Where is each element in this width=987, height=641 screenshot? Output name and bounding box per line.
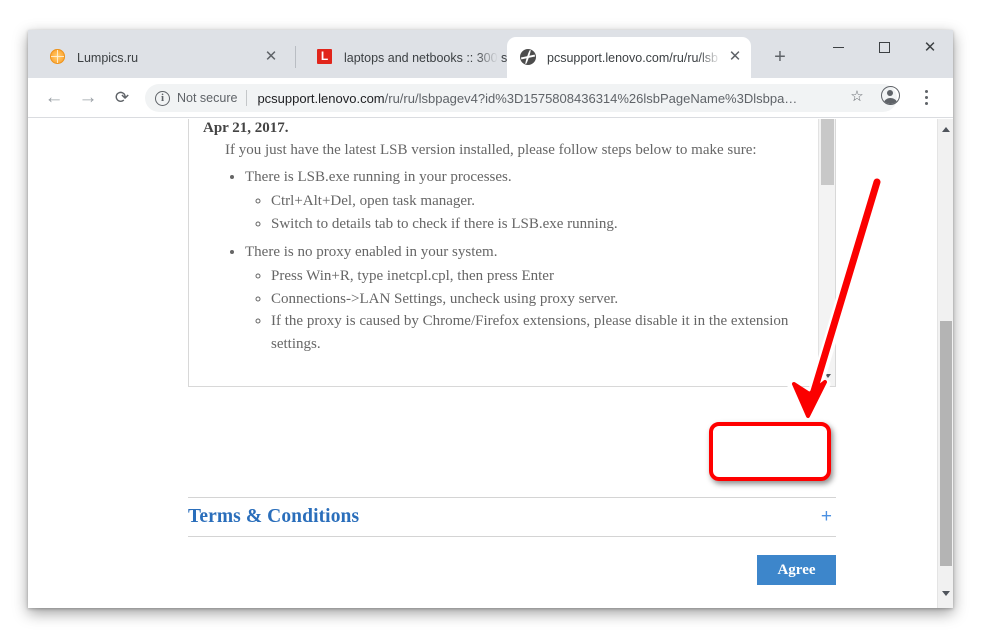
tab-lumpics[interactable]: Lumpics.ru ✕ — [37, 37, 287, 78]
agree-button[interactable]: Agree — [757, 555, 836, 585]
maximize-icon — [878, 41, 890, 53]
terms-and-conditions-section[interactable]: Terms & Conditions + — [188, 498, 836, 536]
notice-sublist: Press Win+R, type inetcpl.cpl, then pres… — [245, 265, 804, 355]
orange-circle-icon — [50, 49, 67, 66]
list-item-label: There is no proxy enabled in your system… — [245, 244, 498, 260]
tab-title-fade — [235, 39, 257, 76]
url-host: pcsupport.lenovo.com — [257, 90, 385, 106]
url-path: /ru/ru/lsbpagev4?id%3D1575808436314%26ls… — [384, 90, 798, 106]
scroll-down-icon[interactable] — [938, 585, 953, 602]
tab-title-fade — [476, 39, 498, 76]
notice-scrollbar-thumb[interactable] — [821, 119, 834, 185]
list-item: Switch to details tab to check if there … — [271, 213, 804, 236]
tab-title-fade — [699, 39, 721, 76]
tab-pcsupport-lenovo[interactable]: pcsupport.lenovo.com/ru/ru/lsb ✕ — [507, 37, 751, 78]
notice-list: There is LSB.exe running in your process… — [203, 166, 804, 355]
forward-icon[interactable]: → — [76, 86, 100, 110]
list-item: Connections->LAN Settings, uncheck using… — [271, 288, 804, 311]
list-item: If the proxy is caused by Chrome/Firefox… — [271, 310, 804, 355]
page-viewport: I have LSB installed, why do I see this … — [28, 119, 953, 608]
address-bar-separator — [246, 90, 248, 106]
back-icon[interactable]: ← — [42, 86, 66, 110]
bookmark-star-icon[interactable]: ☆ — [847, 87, 867, 105]
tab-close-icon[interactable]: ✕ — [727, 49, 743, 65]
lsb-notice-text: I have LSB installed, why do I see this … — [189, 119, 818, 361]
scroll-up-icon[interactable] — [938, 121, 953, 138]
list-item: There is LSB.exe running in your process… — [245, 166, 804, 235]
url-text: pcsupport.lenovo.com/ru/ru/lsbpagev4?id%… — [257, 91, 797, 106]
close-icon: ✕ — [923, 38, 937, 56]
page-scrollbar-thumb[interactable] — [940, 321, 952, 566]
screenshot-root: Lumpics.ru ✕ L laptops and netbooks :: 3… — [0, 0, 987, 641]
browser-window: Lumpics.ru ✕ L laptops and netbooks :: 3… — [28, 30, 953, 608]
tab-strip: Lumpics.ru ✕ L laptops and netbooks :: 3… — [28, 30, 953, 78]
browser-toolbar: ← → ⟳ i Not secure pcsupport.lenovo.com/… — [28, 78, 953, 118]
list-item: Ctrl+Alt+Del, open task manager. — [271, 190, 804, 213]
new-tab-button[interactable]: + — [768, 46, 792, 70]
page-scrollbar[interactable] — [937, 119, 953, 608]
plus-expand-icon[interactable]: + — [821, 506, 832, 528]
notice-bold-paragraph: You will be required to reinstall LSB if… — [203, 120, 289, 136]
address-bar[interactable]: i Not secure pcsupport.lenovo.com/ru/ru/… — [145, 84, 897, 112]
minimize-button[interactable] — [815, 30, 861, 64]
more-menu-icon[interactable] — [917, 86, 935, 108]
close-window-button[interactable]: ✕ — [907, 30, 953, 64]
globe-icon — [520, 49, 537, 66]
page-content: I have LSB installed, why do I see this … — [28, 119, 937, 608]
notice-scrollbar[interactable] — [818, 119, 835, 386]
minimize-icon — [832, 46, 844, 48]
profile-icon[interactable] — [881, 86, 903, 108]
maximize-button[interactable] — [861, 30, 907, 64]
notice-sublist: Ctrl+Alt+Del, open task manager. Switch … — [245, 190, 804, 235]
security-status-label: Not secure — [177, 91, 238, 105]
lenovo-l-icon: L — [317, 49, 334, 66]
lsb-notice-frame: I have LSB installed, why do I see this … — [188, 119, 836, 387]
terms-divider-bottom — [188, 536, 836, 537]
window-controls: ✕ — [815, 30, 953, 64]
list-item: There is no proxy enabled in your system… — [245, 241, 804, 355]
scroll-down-icon[interactable] — [822, 370, 833, 381]
tab-separator — [295, 46, 296, 68]
tab-laptops-netbooks[interactable]: L laptops and netbooks :: 300 ser ✕ — [304, 37, 528, 78]
reload-icon[interactable]: ⟳ — [110, 86, 134, 110]
list-item-label: There is LSB.exe running in your process… — [245, 169, 512, 185]
tab-close-icon[interactable]: ✕ — [263, 49, 279, 65]
red-highlight-box-around-agree-button — [709, 422, 831, 481]
terms-title: Terms & Conditions — [188, 506, 360, 527]
list-item: Press Win+R, type inetcpl.cpl, then pres… — [271, 265, 804, 288]
info-icon[interactable]: i — [155, 90, 170, 106]
notice-paragraph: If you just have the latest LSB version … — [225, 142, 757, 158]
